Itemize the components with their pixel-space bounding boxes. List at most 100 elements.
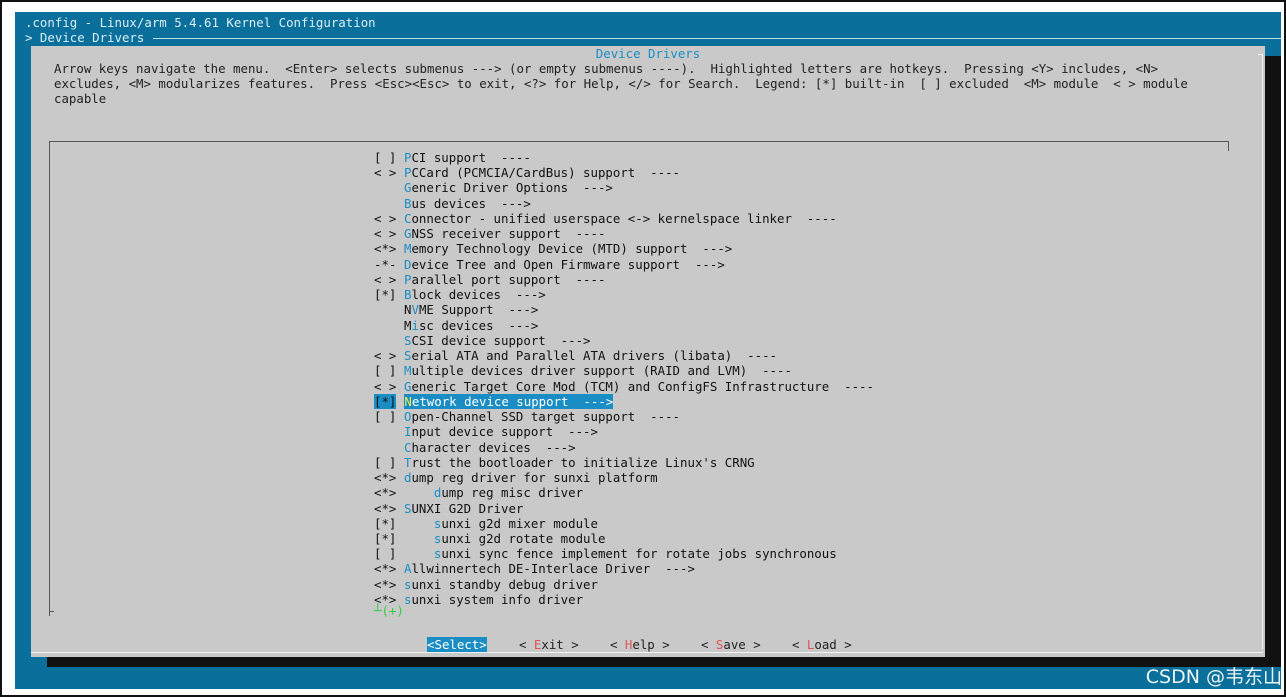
menu-item-state[interactable]: < > [374,272,404,287]
menu-item-label: Generic Target Core Mod (TCM) and Config… [404,379,874,394]
menu-item-state[interactable]: [ ] [374,546,404,561]
menu-item-label: PCI support ---- [404,150,531,165]
menu-border-right [1228,141,1229,151]
menu-item-prefix [404,516,434,531]
menu-item-label: Connector - unified userspace <-> kernel… [404,211,837,226]
menu-item[interactable]: Misc devices ---> [374,318,538,333]
header-rule [153,38,1281,39]
menu-item-state[interactable]: [*] [374,393,397,409]
menu-item[interactable]: <*> sunxi standby debug driver [374,577,598,592]
menu-item-label: dump reg misc driver [404,485,583,500]
menu-item-state[interactable]: [*] [374,516,404,531]
menu-item-text: ultiple devices driver support (RAID and… [411,363,792,379]
menu-item[interactable]: Bus devices ---> [374,196,531,211]
menu-item[interactable]: < > GNSS receiver support ---- [374,226,605,241]
menu-item-text: eneric Driver Options ---> [411,180,613,196]
menu-item[interactable]: <*> dump reg misc driver [374,485,583,500]
load-button[interactable]: < Load > [792,637,852,653]
menu-item[interactable]: Input device support ---> [374,424,598,439]
menu-item-state[interactable]: <*> [374,561,404,576]
menu-item-state[interactable]: [ ] [374,150,404,165]
menu-item[interactable]: < > Serial ATA and Parallel ATA drivers (… [374,348,777,363]
menu-item-label: Open-Channel SSD target support ---- [404,409,680,424]
menu-item[interactable]: [*] sunxi g2d mixer module [374,516,598,531]
dialog-border-corner [1258,54,1263,55]
menu-list[interactable]: [ ] PCI support ---- < > PCCard (PCMCIA/Car… [49,141,1229,618]
menu-item-state[interactable]: <*> [374,577,404,592]
menu-item-state[interactable]: [ ] [374,363,404,378]
menu-item-state[interactable]: < > [374,348,404,363]
menu-item[interactable]: [ ] PCI support ---- [374,150,531,165]
menuconfig-dialog: Device Drivers Arrow keys navigate the m… [31,46,1265,657]
menu-item-state[interactable]: [*] [374,531,404,546]
menu-item-state[interactable]: < > [374,379,404,394]
menu-item-text: ump reg misc driver [441,485,584,501]
menu-item-label: Allwinnertech DE-Interlace Driver ---> [404,561,695,576]
menu-item-state[interactable]: <*> [374,470,404,485]
menu-item-label: Network device support ---> [404,393,614,409]
menu-item-state[interactable]: -*- [374,257,404,272]
menu-item-label: Multiple devices driver support (RAID an… [404,363,792,378]
menu-item-state[interactable]: <*> [374,241,404,256]
menu-item-state[interactable]: [ ] [374,455,404,470]
menu-item[interactable]: [ ] Multiple devices driver support (RAID… [374,363,792,378]
menu-item-label: Memory Technology Device (MTD) support -… [404,241,732,256]
menu-item-state[interactable]: [*] [374,287,404,302]
menu-item-state[interactable]: <*> [374,501,404,516]
menu-item-text: unxi g2d rotate module [441,531,606,546]
menu-item-label: Input device support ---> [404,424,598,439]
help-button[interactable]: < Help > [610,637,670,653]
menu-item[interactable]: [ ] Open-Channel SSD target support ---- [374,409,680,424]
help-text: Arrow keys navigate the menu. <Enter> se… [54,61,1188,107]
menu-item-state[interactable]: <*> [374,485,404,500]
menu-item[interactable]: <*> Allwinnertech DE-Interlace Driver ---… [374,561,695,576]
menu-item-text: unxi sync fence implement for rotate job… [441,546,837,562]
menu-item-label: Block devices ---> [404,287,546,302]
menu-item[interactable]: [ ] sunxi sync fence implement for rotat… [374,546,837,561]
menu-item-text: nput device support ---> [411,424,598,440]
dialog-border [1262,54,1263,649]
menu-item-text: sc devices ---> [418,317,539,333]
menu-item-state[interactable]: < > [374,226,404,241]
menu-border-top [49,141,1229,142]
more-indicator: ┴(+) [374,603,404,618]
menu-item[interactable]: NVME Support ---> [374,302,538,317]
menu-item[interactable]: SCSI device support ---> [374,333,591,348]
terminal-screen: .config - Linux/arm 5.4.61 Kernel Config… [15,12,1281,689]
menu-item-label: SUNXI G2D Driver [404,501,523,516]
menu-item[interactable]: < > PCCard (PCMCIA/CardBus) support ---- [374,165,680,180]
menu-item-text: rust the bootloader to initialize Linux'… [411,454,755,470]
menu-item[interactable]: < > Parallel port support ---- [374,272,605,287]
menu-item[interactable]: < > Generic Target Core Mod (TCM) and Con… [374,379,874,394]
menu-item[interactable]: [*] Network device support ---> [374,393,614,409]
menu-item[interactable]: [*] Block devices ---> [374,287,546,302]
exit-button[interactable]: < Exit > [519,637,579,653]
menu-item[interactable]: <*> SUNXI G2D Driver [374,501,523,516]
menu-item-text: onnector - unified userspace <-> kernels… [411,210,837,226]
select-button[interactable]: <Select> [427,637,487,653]
menu-item-state[interactable]: < > [374,211,404,226]
save-button[interactable]: < Save > [701,637,761,653]
menu-item-hotkey: i [411,317,419,333]
menu-item-text: ME Support ---> [418,302,539,318]
menu-item[interactable]: < > Connector - unified userspace <-> ker… [374,211,837,226]
menu-item-state[interactable]: < > [374,165,404,180]
menu-item-text: CSI device support ---> [411,332,591,348]
menu-item[interactable]: [*] sunxi g2d rotate module [374,531,605,546]
dialog-title: Device Drivers [595,46,701,61]
menu-item-text: us devices ---> [411,195,531,211]
menu-item[interactable]: <*> dump reg driver for sunxi platform [374,470,658,485]
menu-item[interactable]: Generic Driver Options ---> [374,180,613,195]
menu-item[interactable]: -*- Device Tree and Open Firmware support… [374,257,725,272]
menu-item[interactable]: [ ] Trust the bootloader to initialize Li… [374,455,755,470]
menu-item-label: sunxi g2d mixer module [404,516,598,531]
menu-item[interactable]: <*> Memory Technology Device (MTD) suppor… [374,241,732,256]
menu-item[interactable]: Character devices ---> [374,440,576,455]
menu-item-label: NVME Support ---> [404,302,538,317]
menu-item[interactable]: <*> sunxi system info driver [374,592,583,607]
menu-item-text: UNXI G2D Driver [411,500,524,516]
menu-item-text: ump reg driver for sunxi platform [411,470,658,486]
menu-item-label: Misc devices ---> [404,318,538,333]
button-bar: <Select> < Exit > < Help > < Save > < Lo… [31,637,1265,653]
menu-item-state[interactable]: [ ] [374,409,404,424]
